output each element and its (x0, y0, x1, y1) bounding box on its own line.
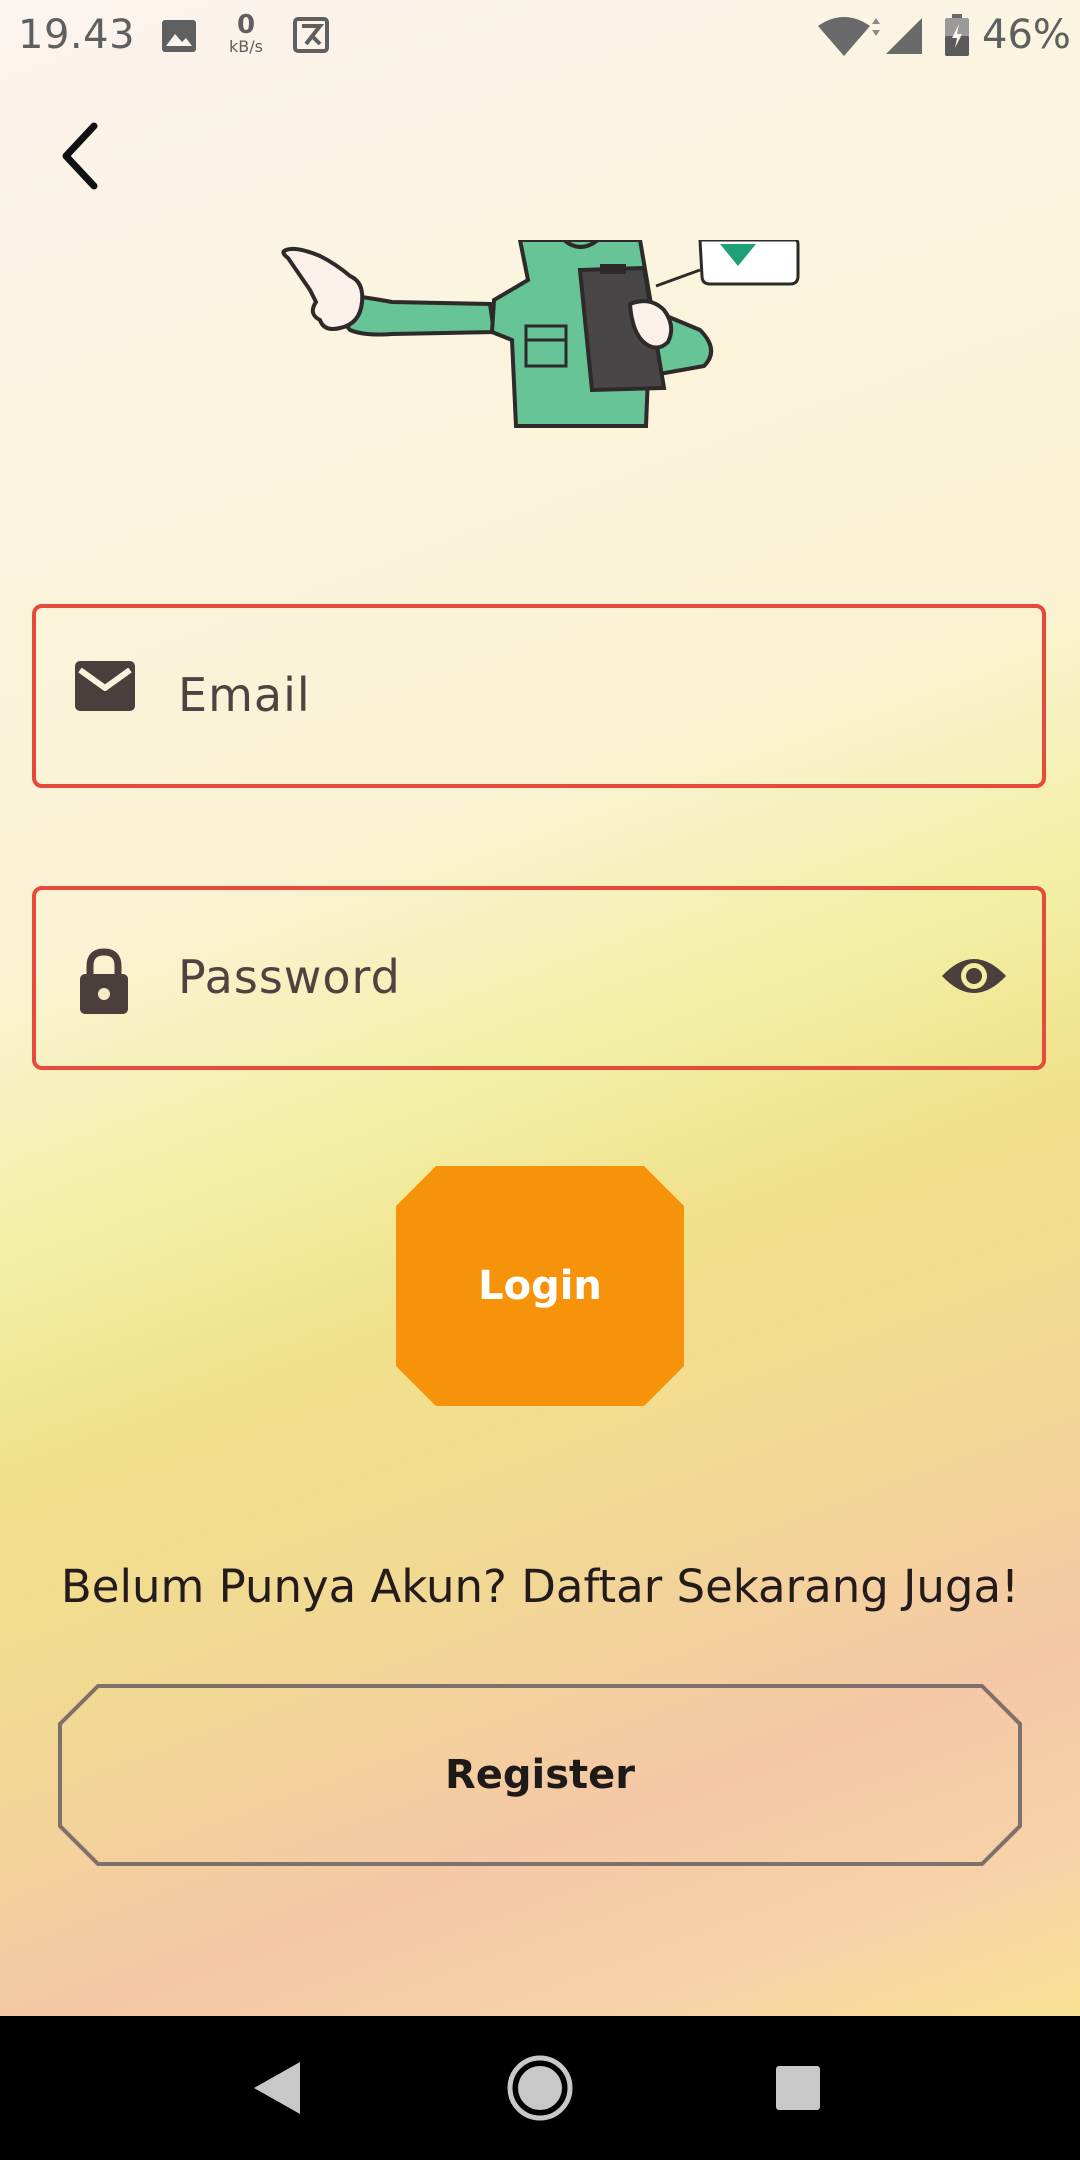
register-prompt: Belum Punya Akun? Daftar Sekarang Juga! (60, 1560, 1020, 1613)
status-time: 19.43 (18, 12, 136, 58)
nav-home-icon[interactable] (506, 2054, 574, 2122)
navigation-bar (0, 2016, 1080, 2160)
email-field[interactable]: Email (32, 604, 1046, 788)
lock-icon (80, 948, 128, 1014)
battery-icon (945, 14, 969, 56)
login-button[interactable]: Login (396, 1166, 684, 1406)
back-arrow-icon (62, 122, 98, 190)
nav-back-icon[interactable] (252, 2060, 302, 2116)
email-placeholder: Email (178, 668, 311, 722)
register-button[interactable]: Register (58, 1684, 1022, 1866)
eye-icon[interactable] (940, 952, 1008, 1000)
signal-icon (886, 18, 922, 54)
image-icon (162, 20, 196, 52)
status-bar: 19.43 0 kB/s 46% (0, 0, 1080, 72)
mail-icon (75, 661, 135, 711)
register-label: Register (444, 1752, 636, 1798)
back-button[interactable] (52, 118, 116, 194)
login-label: Login (478, 1263, 602, 1309)
nav-recents-icon[interactable] (774, 2064, 822, 2112)
battery-percent: 46% (982, 12, 1071, 58)
k-icon (293, 17, 329, 53)
wifi-icon (818, 17, 880, 56)
illustration (281, 240, 800, 428)
network-speed-value: 0 (236, 10, 256, 40)
network-speed-unit: kB/s (229, 37, 263, 56)
network-speed: 0 kB/s (224, 12, 268, 56)
password-placeholder: Password (178, 950, 401, 1004)
password-field[interactable]: Password (32, 886, 1046, 1070)
